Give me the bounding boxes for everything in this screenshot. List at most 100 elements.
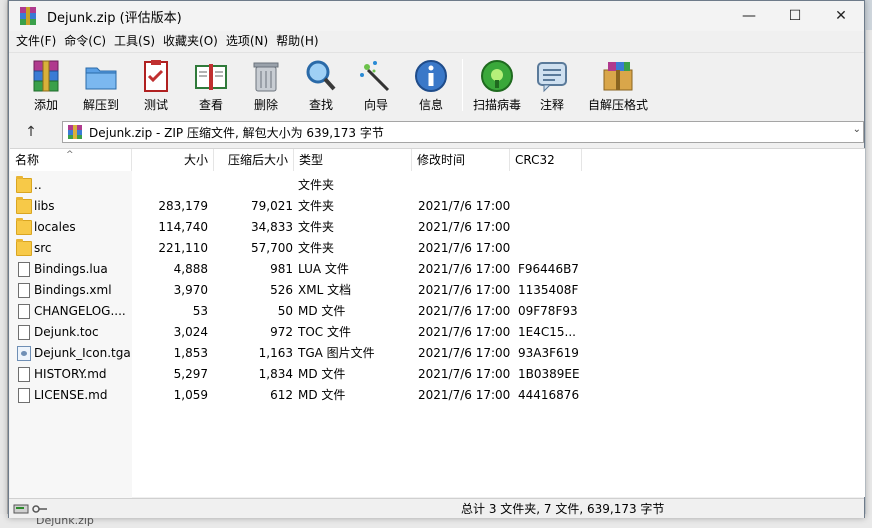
menu-help[interactable]: 帮助(H) <box>272 31 322 52</box>
file-type: XML 文档 <box>298 283 352 297</box>
file-row[interactable]: LICENSE.md 1,059 612 MD 文件 2021/7/6 17:00 444… <box>10 385 865 406</box>
desktop-background-right <box>866 30 872 514</box>
column-header-packed[interactable]: 压缩后大小 <box>214 149 294 171</box>
column-header-crc[interactable]: CRC32 <box>510 149 582 171</box>
file-list[interactable]: 名称 ^ 大小 压缩后大小 类型 修改时间 CRC32 .. 文件夹 libs 283… <box>10 148 865 498</box>
image-file-icon <box>17 346 31 361</box>
file-name: HISTORY.md <box>34 367 107 381</box>
toolbar-separator <box>462 59 463 111</box>
file-size: 3,970 <box>173 283 208 297</box>
file-name: Bindings.xml <box>34 283 112 297</box>
file-crc: 1E4C15... <box>518 325 576 339</box>
folder-extract-icon <box>83 58 119 94</box>
file-crc <box>518 217 598 238</box>
add-archive-icon <box>28 58 64 94</box>
delete-label: 删除 <box>253 98 278 112</box>
view-button[interactable]: 查看 <box>183 56 239 114</box>
find-label: 查找 <box>308 98 333 112</box>
zip-archive-icon <box>67 124 83 140</box>
magic-wand-icon <box>358 58 394 94</box>
file-crc: 09F78F93 <box>518 304 578 318</box>
file-row[interactable]: .. 文件夹 <box>10 175 865 196</box>
file-name: LICENSE.md <box>34 388 108 402</box>
folder-icon <box>16 239 32 256</box>
column-header-name[interactable]: 名称 ^ <box>10 149 132 171</box>
info-label: 信息 <box>418 98 443 112</box>
menu-file[interactable]: 文件(F) <box>12 31 60 52</box>
menu-options[interactable]: 选项(N) <box>222 31 272 52</box>
file-row[interactable]: Dejunk_Icon.tga 1,853 1,163 TGA 图片文件 2021/7/… <box>10 343 865 364</box>
winrar-window: Dejunk.zip (评估版本) — ☐ ✕ 文件(F) 命令(C) 工具(S… <box>8 0 865 518</box>
menu-favorites[interactable]: 收藏夹(O) <box>159 31 222 52</box>
comment-button[interactable]: 注释 <box>524 56 580 114</box>
file-row[interactable]: Bindings.xml 3,970 526 XML 文档 2021/7/6 17:00… <box>10 280 865 301</box>
comment-label: 注释 <box>539 98 564 112</box>
menu-commands[interactable]: 命令(C) <box>60 31 110 52</box>
close-button[interactable]: ✕ <box>818 1 864 31</box>
file-icon <box>18 325 30 340</box>
file-packed-size: 981 <box>270 262 293 276</box>
file-name: Dejunk.toc <box>34 325 99 339</box>
find-button[interactable]: 查找 <box>293 56 349 114</box>
file-crc: F96446B7 <box>518 262 579 276</box>
menu-tools[interactable]: 工具(S) <box>110 31 159 52</box>
file-row[interactable]: Bindings.lua 4,888 981 LUA 文件 2021/7/6 17:00… <box>10 259 865 280</box>
column-header-row: 名称 ^ 大小 压缩后大小 类型 修改时间 CRC32 <box>10 149 865 171</box>
file-name: libs <box>34 199 55 213</box>
file-modified: 2021/7/6 17:00 <box>418 325 511 339</box>
column-header-type[interactable]: 类型 <box>294 149 412 171</box>
file-modified: 2021/7/6 17:00 <box>418 388 511 402</box>
maximize-button[interactable]: ☐ <box>772 1 818 31</box>
chevron-down-icon[interactable]: ⌄ <box>853 124 861 135</box>
up-arrow-icon[interactable]: ↑ <box>17 122 45 142</box>
minimize-button[interactable]: — <box>726 1 772 31</box>
file-size <box>132 175 208 196</box>
file-size: 221,110 <box>158 241 208 255</box>
file-name: src <box>34 241 52 255</box>
file-crc <box>518 175 598 196</box>
file-row[interactable]: libs 283,179 79,021 文件夹 2021/7/6 17:00 <box>10 196 865 217</box>
info-button[interactable]: 信息 <box>403 56 459 114</box>
wizard-button[interactable]: 向导 <box>348 56 404 114</box>
drive-key-icon[interactable] <box>13 503 49 515</box>
file-type: MD 文件 <box>298 304 346 318</box>
address-bar: ↑ Dejunk.zip - ZIP 压缩文件, 解包大小为 639,173 字… <box>9 117 864 147</box>
sfx-button[interactable]: 自解压格式 <box>585 56 651 114</box>
file-crc: 1B0389EE <box>518 367 580 381</box>
status-summary: 总计 3 文件夹, 7 文件, 639,173 字节 <box>461 502 665 516</box>
file-modified: 2021/7/6 17:00 <box>418 262 511 276</box>
file-packed-size <box>216 175 293 196</box>
add-button[interactable]: 添加 <box>18 56 74 114</box>
archive-path-text: Dejunk.zip - ZIP 压缩文件, 解包大小为 639,173 字节 <box>89 125 384 140</box>
file-type: TOC 文件 <box>298 325 351 339</box>
file-row[interactable]: src 221,110 57,700 文件夹 2021/7/6 17:00 <box>10 238 865 259</box>
file-row[interactable]: CHANGELOG.... 53 50 MD 文件 2021/7/6 17:00 09F7… <box>10 301 865 322</box>
file-row[interactable]: HISTORY.md 5,297 1,834 MD 文件 2021/7/6 17:00 1… <box>10 364 865 385</box>
test-button[interactable]: 测试 <box>128 56 184 114</box>
delete-button[interactable]: 删除 <box>238 56 294 114</box>
file-row[interactable]: locales 114,740 34,833 文件夹 2021/7/6 17:00 <box>10 217 865 238</box>
file-icon <box>18 262 30 277</box>
file-type: MD 文件 <box>298 367 346 381</box>
extract-to-button[interactable]: 解压到 <box>73 56 129 114</box>
column-header-size[interactable]: 大小 <box>132 149 214 171</box>
archive-path-field[interactable]: Dejunk.zip - ZIP 压缩文件, 解包大小为 639,173 字节 … <box>62 121 864 143</box>
file-modified: 2021/7/6 17:00 <box>418 283 511 297</box>
desktop-background-left <box>0 0 8 528</box>
self-extracting-archive-icon <box>600 58 636 94</box>
virus-scan-label: 扫描病毒 <box>472 98 521 112</box>
file-size: 114,740 <box>158 220 208 234</box>
file-type: 文件夹 <box>298 178 335 192</box>
file-modified: 2021/7/6 17:00 <box>418 199 511 213</box>
virus-scan-button[interactable]: 扫描病毒 <box>469 56 525 114</box>
extract-to-label: 解压到 <box>82 98 119 112</box>
file-row[interactable]: Dejunk.toc 3,024 972 TOC 文件 2021/7/6 17:00 1E… <box>10 322 865 343</box>
status-bar: 总计 3 文件夹, 7 文件, 639,173 字节 <box>9 498 864 518</box>
file-crc: 44416876 <box>518 388 580 402</box>
file-packed-size: 1,163 <box>258 346 293 360</box>
file-type: TGA 图片文件 <box>298 346 375 360</box>
column-header-modified[interactable]: 修改时间 <box>412 149 510 171</box>
column-header-name-label: 名称 <box>15 153 40 167</box>
title-bar[interactable]: Dejunk.zip (评估版本) — ☐ ✕ <box>9 1 864 31</box>
file-name: Bindings.lua <box>34 262 108 276</box>
